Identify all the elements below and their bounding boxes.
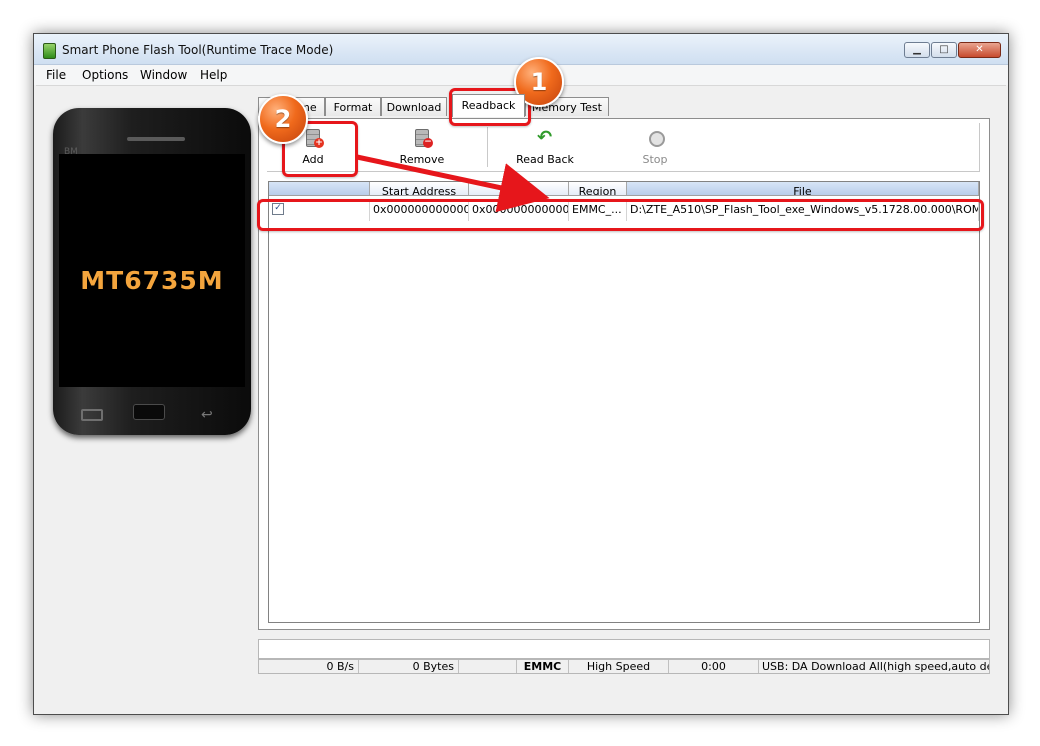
arrow-line [356,154,550,213]
tab-readback[interactable]: Readback [452,94,525,117]
step-2-marker: 2 [258,94,308,144]
